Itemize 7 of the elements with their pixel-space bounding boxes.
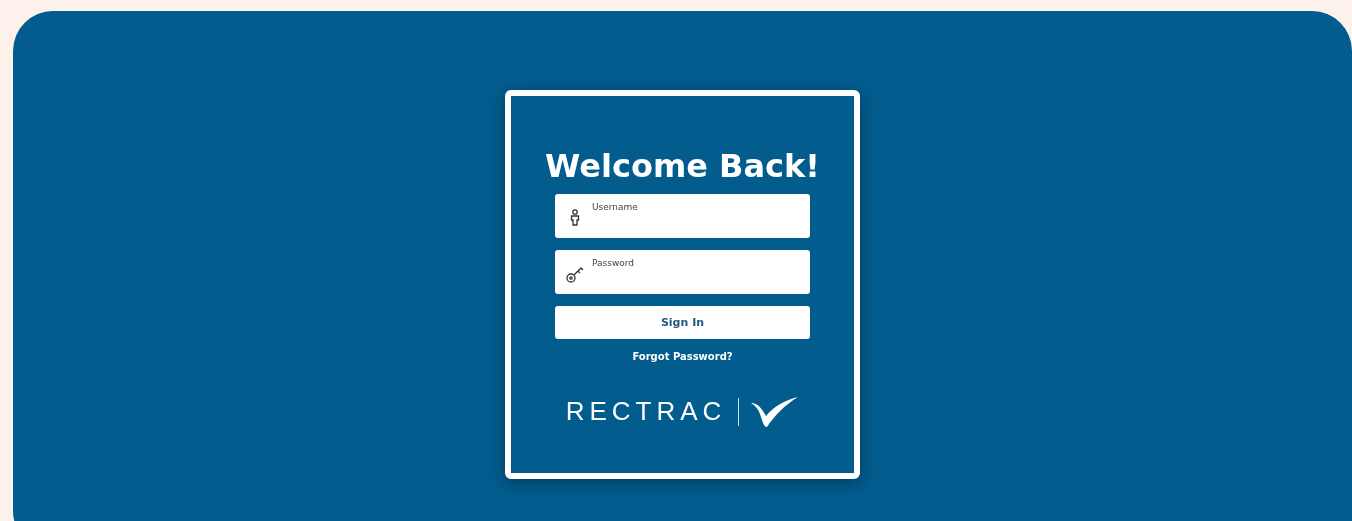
password-field[interactable]: Password: [555, 250, 810, 294]
checkmark-icon: [751, 396, 800, 427]
logo-wordmark: RECTRAC: [565, 396, 727, 427]
welcome-title: Welcome Back!: [545, 146, 820, 186]
sign-in-button[interactable]: Sign In: [555, 306, 810, 339]
username-field[interactable]: Username: [555, 194, 810, 238]
forgot-password-link[interactable]: Forgot Password?: [632, 351, 733, 362]
